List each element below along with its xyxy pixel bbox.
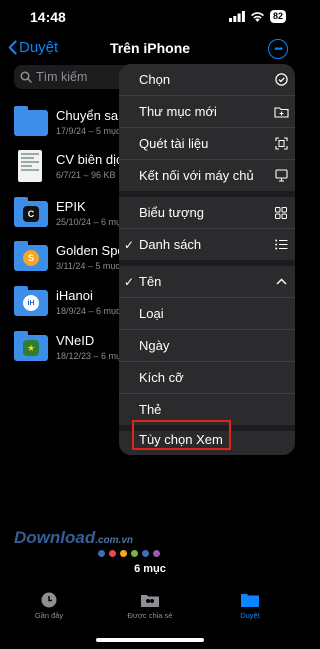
folder-icon <box>241 594 259 607</box>
menu-item-sort-size[interactable]: Kích cỡ <box>119 362 295 393</box>
item-count: 6 mục <box>134 563 166 575</box>
more-options-button[interactable]: ••• <box>268 39 288 59</box>
golden-spoon-folder-icon: S <box>14 241 50 271</box>
menu-item-connect-server[interactable]: Kết nối với máy chủ <box>119 160 295 191</box>
menu-item-label: Danh sách <box>139 237 202 252</box>
shared-folder-icon <box>141 595 159 607</box>
menu-item-label: Quét tài liệu <box>139 136 209 151</box>
battery-indicator: 82 <box>269 10 286 23</box>
menu-item-list-view[interactable]: ✓ Danh sách <box>119 229 295 260</box>
list-icon <box>267 239 295 250</box>
document-icon <box>14 150 50 182</box>
server-monitor-icon <box>267 169 295 182</box>
file-meta: 17/9/24 – 5 mục <box>56 126 121 136</box>
page-title: Trên iPhone <box>109 40 191 56</box>
status-bar: 14:48 82 <box>0 0 300 34</box>
grid-icon <box>267 206 295 219</box>
watermark-logo: Download.com.vn <box>14 528 133 548</box>
menu-item-label: Kích cỡ <box>139 370 184 385</box>
chevron-up-icon <box>267 278 295 285</box>
file-meta: 18/9/24 – 6 mục <box>56 306 121 316</box>
menu-item-sort-name[interactable]: ✓ Tên <box>119 266 295 297</box>
file-meta: 25/10/24 – 6 mục <box>56 217 126 227</box>
tab-label: Duyệt <box>240 611 260 620</box>
checkmark-icon: ✓ <box>123 274 135 289</box>
menu-item-label: Kết nối với máy chủ <box>139 168 254 183</box>
watermark-main: Download <box>14 528 96 547</box>
clock-time: 14:48 <box>30 9 66 25</box>
file-meta: 18/12/23 – 6 mục <box>56 351 126 361</box>
home-indicator <box>96 638 204 642</box>
menu-item-sort-kind[interactable]: Loại <box>119 298 295 329</box>
status-icons: 82 <box>228 10 286 23</box>
menu-item-label: Chọn <box>139 72 171 87</box>
epik-folder-icon: C <box>14 197 50 227</box>
wifi-icon <box>250 12 264 22</box>
context-menu: Chọn Thư mục mới Quét tài liệu Kết nối v… <box>119 64 295 455</box>
tab-shared[interactable]: Được chia sẻ <box>110 592 190 620</box>
checkmark-circle-icon <box>267 73 295 86</box>
watermark-dots <box>98 550 160 557</box>
menu-item-label: Ngày <box>139 338 170 353</box>
menu-item-label: Thư mục mới <box>139 104 217 119</box>
search-placeholder: Tìm kiếm <box>36 70 88 84</box>
navigation-bar: Duyệt Trên iPhone ••• <box>0 36 300 62</box>
tab-label: Gần đây <box>34 611 64 620</box>
menu-item-label: Tên <box>139 274 162 289</box>
menu-item-label: Thẻ <box>139 402 162 417</box>
clock-icon <box>41 592 57 608</box>
menu-item-icons-view[interactable]: Biểu tượng <box>119 197 295 228</box>
file-meta: 6/7/21 – 96 KB <box>56 170 116 180</box>
menu-item-select[interactable]: Chọn <box>119 64 295 95</box>
search-icon <box>20 71 32 83</box>
scan-document-icon <box>267 137 295 150</box>
menu-item-scan-document[interactable]: Quét tài liệu <box>119 128 295 159</box>
tab-recents[interactable]: Gần đây <box>9 592 89 620</box>
file-meta: 3/11/24 – 5 mục <box>56 261 120 271</box>
highlight-box <box>132 420 231 450</box>
signal-icon <box>228 11 245 22</box>
vneid-folder-icon: ★ <box>14 331 50 361</box>
menu-item-label: Loại <box>139 306 164 321</box>
ellipsis-icon: ••• <box>274 43 282 55</box>
ihanoi-folder-icon: iH <box>14 286 50 316</box>
tab-label: Được chia sẻ <box>127 611 173 620</box>
tab-bar: Gần đây Được chia sẻ Duyệt <box>0 592 300 632</box>
menu-item-sort-date[interactable]: Ngày <box>119 330 295 361</box>
menu-item-new-folder[interactable]: Thư mục mới <box>119 96 295 127</box>
menu-item-label: Biểu tượng <box>139 205 204 220</box>
watermark-suffix: .com.vn <box>95 535 134 546</box>
checkmark-icon: ✓ <box>123 237 135 252</box>
tab-browse[interactable]: Duyệt <box>210 592 290 620</box>
folder-icon <box>14 106 50 136</box>
new-folder-icon <box>267 106 295 118</box>
search-input[interactable]: Tìm kiếm <box>14 65 134 89</box>
